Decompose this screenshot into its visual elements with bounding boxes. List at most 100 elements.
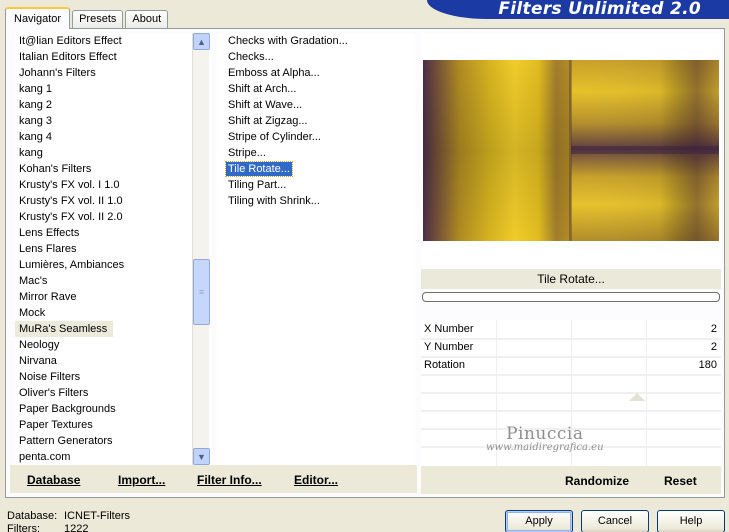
randomize-button[interactable]: Randomize — [565, 474, 629, 488]
grip-icon: ≡ — [198, 287, 205, 297]
category-scrollbar[interactable]: ▲ ≡ ▼ — [192, 33, 210, 465]
category-item[interactable]: Pattern Generators — [15, 433, 212, 449]
progress-bar — [422, 292, 720, 302]
filter-item[interactable]: Tiling with Shrink... — [217, 193, 415, 209]
tab-navigator[interactable]: Navigator — [5, 7, 71, 29]
filter-item[interactable]: Checks... — [217, 49, 415, 65]
category-item[interactable]: Kohan's Filters — [15, 161, 212, 177]
category-item[interactable]: Mock — [15, 305, 212, 321]
category-item[interactable]: Italian Editors Effect — [15, 49, 212, 65]
apply-button[interactable]: Apply — [505, 510, 573, 532]
divider — [421, 428, 721, 430]
category-label: kang 4 — [19, 131, 53, 143]
tab-about[interactable]: About — [125, 10, 169, 28]
filters-count-label: Filters: — [7, 523, 40, 532]
category-label: Noise Filters — [19, 371, 81, 383]
category-item[interactable]: Neology — [15, 337, 212, 353]
database-button[interactable]: Database — [27, 473, 80, 487]
filter-label: Tile Rotate... — [225, 161, 293, 177]
category-item[interactable]: kang 3 — [15, 113, 212, 129]
filter-item[interactable]: Checks with Gradation... — [217, 33, 415, 49]
filter-item[interactable]: Stripe of Cylinder... — [217, 129, 415, 145]
category-item[interactable]: Lens Effects — [15, 225, 212, 241]
category-item[interactable]: Krusty's FX vol. II 1.0 — [15, 193, 212, 209]
filter-item[interactable]: Shift at Arch... — [217, 81, 415, 97]
filter-label: Shift at Zigzag... — [228, 115, 308, 127]
param-value: 2 — [710, 341, 717, 353]
editor-button[interactable]: Editor... — [294, 473, 338, 487]
category-item[interactable]: kang 1 — [15, 81, 212, 97]
param-rotation[interactable]: Rotation 180 — [421, 357, 721, 374]
filter-item[interactable]: Shift at Zigzag... — [217, 113, 415, 129]
import-button[interactable]: Import... — [118, 473, 165, 487]
category-label: Paper Textures — [19, 419, 93, 431]
filter-info-button[interactable]: Filter Info... — [197, 473, 262, 487]
tab-presets[interactable]: Presets — [72, 10, 124, 28]
parameter-panel: X Number 2 Y Number 2 Rotation 180 — [421, 320, 721, 466]
category-item[interactable]: Paper Backgrounds — [15, 401, 212, 417]
category-item[interactable]: Krusty's FX vol. II 2.0 — [15, 209, 212, 225]
navigator-panel: It@lian Editors Effect Italian Editors Ef… — [5, 28, 725, 498]
category-label: Paper Backgrounds — [19, 403, 116, 415]
banner-title: Filters Unlimited 2.0 — [498, 0, 701, 19]
category-item[interactable]: penta.com — [15, 449, 212, 465]
filter-label: Checks with Gradation... — [228, 35, 348, 47]
cancel-button[interactable]: Cancel — [581, 510, 649, 532]
scroll-down-button[interactable]: ▼ — [193, 448, 210, 465]
param-value: 2 — [710, 323, 717, 335]
category-label: Mac's — [19, 275, 48, 287]
category-list[interactable]: It@lian Editors Effect Italian Editors Ef… — [15, 33, 212, 465]
param-x-number[interactable]: X Number 2 — [421, 321, 721, 338]
category-item[interactable]: kang 4 — [15, 129, 212, 145]
title-banner: Filters Unlimited 2.0 — [427, 0, 729, 19]
param-label: Rotation — [424, 359, 465, 371]
preview-image[interactable] — [423, 60, 719, 241]
category-label: penta.com — [19, 451, 71, 463]
category-item[interactable]: Paper Textures — [15, 417, 212, 433]
filter-item[interactable]: Emboss at Alpha... — [217, 65, 415, 81]
category-item[interactable]: Lens Flares — [15, 241, 212, 257]
tab-bar: Navigator Presets About — [5, 6, 170, 29]
filters-count-value: 1222 — [64, 523, 89, 532]
scroll-up-button[interactable]: ▲ — [193, 33, 210, 50]
category-item[interactable]: Nirvana — [15, 353, 212, 369]
scroll-thumb[interactable]: ≡ — [193, 259, 210, 325]
category-label: Krusty's FX vol. II 1.0 — [19, 195, 123, 207]
category-item[interactable]: It@lian Editors Effect — [15, 33, 212, 49]
category-item[interactable]: MuRa's Seamless — [15, 321, 212, 337]
category-label: Mirror Rave — [19, 291, 77, 303]
preset-buttons: Randomize Reset — [421, 466, 721, 494]
category-item[interactable]: Mac's — [15, 273, 212, 289]
filter-item[interactable]: Tiling Part... — [217, 177, 415, 193]
category-label: kang 1 — [19, 83, 53, 95]
preview-area — [421, 33, 721, 265]
category-item[interactable]: Krusty's FX vol. I 1.0 — [15, 177, 212, 193]
param-y-number[interactable]: Y Number 2 — [421, 339, 721, 356]
filter-item[interactable]: Tile Rotate... — [217, 161, 415, 177]
category-item[interactable]: kang — [15, 145, 212, 161]
category-label: kang 2 — [19, 99, 53, 111]
category-item[interactable]: Mirror Rave — [15, 289, 212, 305]
filter-name: Tile Rotate... — [421, 269, 721, 289]
filter-item[interactable]: Stripe... — [217, 145, 415, 161]
param-label: Y Number — [424, 341, 474, 353]
reset-button[interactable]: Reset — [664, 474, 697, 488]
filter-label: Shift at Arch... — [228, 83, 297, 95]
filter-label: Emboss at Alpha... — [228, 67, 320, 79]
filter-label: Stripe... — [228, 147, 266, 159]
database-label: Database: — [7, 510, 58, 522]
category-label: Kohan's Filters — [19, 163, 92, 175]
divider — [421, 374, 721, 376]
category-label: Lumières, Ambiances — [19, 259, 125, 271]
category-label: Nirvana — [19, 355, 57, 367]
category-item[interactable]: Johann's Filters — [15, 65, 212, 81]
help-button[interactable]: Help — [657, 510, 725, 532]
category-item[interactable]: Oliver's Filters — [15, 385, 212, 401]
filter-item[interactable]: Shift at Wave... — [217, 97, 415, 113]
category-item[interactable]: Lumières, Ambiances — [15, 257, 212, 273]
category-item[interactable]: kang 2 — [15, 97, 212, 113]
chevron-down-icon: ▼ — [197, 451, 206, 462]
category-item[interactable]: Noise Filters — [15, 369, 212, 385]
category-label: Oliver's Filters — [19, 387, 89, 399]
filter-list[interactable]: Checks with Gradation... Checks... Emboss … — [217, 33, 415, 465]
